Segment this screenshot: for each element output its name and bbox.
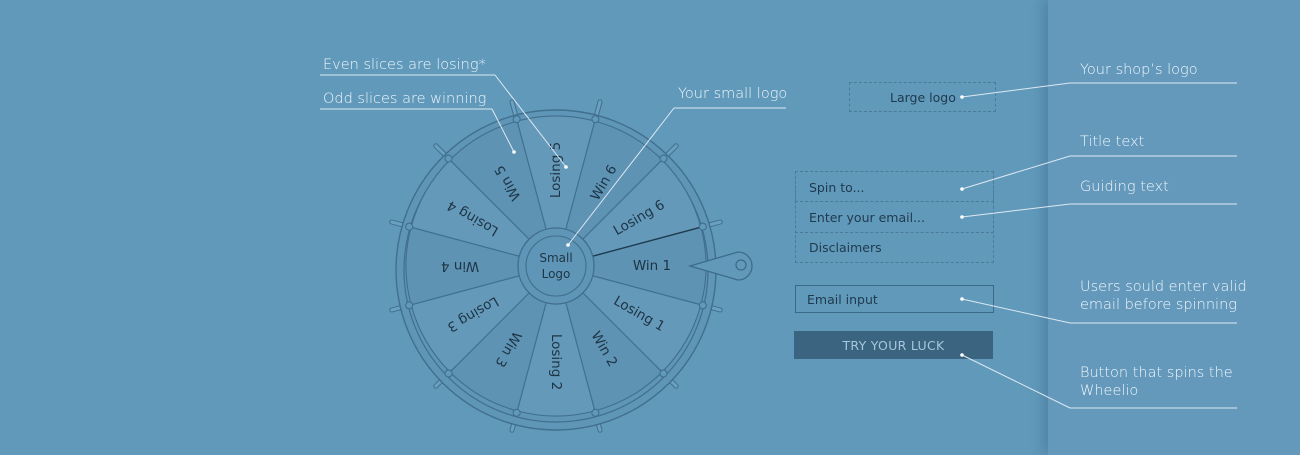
wheel-slice-label: Win 4 xyxy=(441,258,479,274)
note-odd-slices: Odd slices are winning xyxy=(323,91,487,107)
wheel-slice-label: Losing 2 xyxy=(548,334,564,390)
note-small-logo: Your small logo xyxy=(678,86,788,102)
wheel-peg xyxy=(591,408,600,417)
guiding-text: Enter your email... xyxy=(809,210,925,225)
email-input[interactable]: Email input xyxy=(795,285,994,313)
wheel-peg xyxy=(591,115,600,124)
note-button-line-2: Wheelio xyxy=(1080,383,1139,399)
wheel-slice-label: Losing 5 xyxy=(548,142,564,198)
wheel-peg xyxy=(512,115,521,124)
wheel-peg xyxy=(444,154,453,163)
title-text-row: Spin to... xyxy=(795,171,994,202)
wheel-peg xyxy=(512,408,521,417)
canvas: Win 1 Losing 1 Win 2 Losing 2 Win 3 Losing 3W… xyxy=(0,0,1300,455)
wheel-peg xyxy=(405,301,414,310)
note-email-line-2: email before spinning xyxy=(1080,297,1237,313)
wheel-slice-label: Win 1 xyxy=(633,258,671,274)
wheel-peg xyxy=(405,222,414,231)
wheel-peg xyxy=(698,222,707,231)
disclaimers-text: Disclaimers xyxy=(809,240,882,255)
email-input-placeholder: Email input xyxy=(807,292,878,307)
note-shop-logo: Your shop’s logo xyxy=(1080,62,1198,78)
wheel-peg xyxy=(698,301,707,310)
note-button-line-1: Button that spins the xyxy=(1080,365,1233,381)
title-text: Spin to... xyxy=(809,180,865,195)
center-logo-text-1: Small xyxy=(539,251,572,265)
note-even-slices: Even slices are losing* xyxy=(323,57,486,73)
note-title-text: Title text xyxy=(1080,134,1145,150)
wheel-peg xyxy=(659,154,668,163)
wheel-peg xyxy=(659,369,668,378)
large-logo-box: Large logo xyxy=(849,82,996,112)
guiding-text-row: Enter your email... xyxy=(795,201,994,233)
wheel-peg xyxy=(444,369,453,378)
note-email-line-1: Users sould enter valid xyxy=(1080,279,1247,295)
large-logo-label: Large logo xyxy=(890,90,956,105)
note-guiding-text: Guiding text xyxy=(1080,179,1169,195)
center-logo-text-2: Logo xyxy=(542,267,571,281)
center-logo-circle xyxy=(525,235,587,297)
try-your-luck-button[interactable]: TRY YOUR LUCK xyxy=(794,331,993,359)
